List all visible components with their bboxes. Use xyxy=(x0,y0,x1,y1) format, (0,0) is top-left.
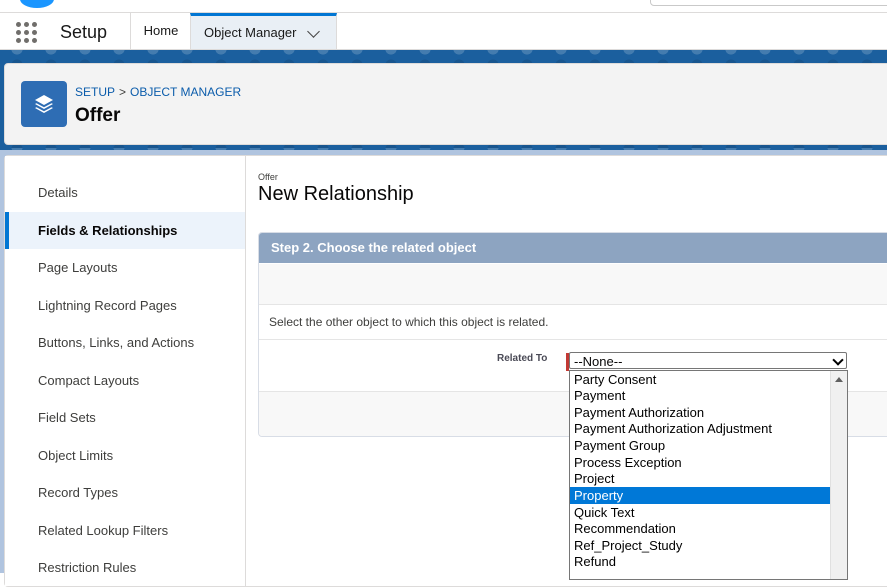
sidebar-item-lightning-record-pages[interactable]: Lightning Record Pages xyxy=(5,287,245,324)
option-party-consent[interactable]: Party Consent xyxy=(570,371,831,388)
app-launcher-waffle-icon[interactable] xyxy=(16,22,38,44)
breadcrumb-separator: > xyxy=(119,85,127,99)
tab-home[interactable]: Home xyxy=(130,13,191,49)
object-sidebar: Details Fields & Relationships Page Layo… xyxy=(5,156,246,586)
page-title: Offer xyxy=(75,105,121,126)
option-process-exception[interactable]: Process Exception xyxy=(570,454,831,471)
sidebar-item-buttons-links-actions[interactable]: Buttons, Links, and Actions xyxy=(5,324,245,361)
sidebar-item-record-types[interactable]: Record Types xyxy=(5,474,245,511)
option-payment-group[interactable]: Payment Group xyxy=(570,437,831,454)
step-header: Step 2. Choose the related object xyxy=(259,233,887,263)
option-refund[interactable]: Refund xyxy=(570,553,831,570)
option-ref-project-study[interactable]: Ref_Project_Study xyxy=(570,537,831,554)
option-property[interactable]: Property xyxy=(570,487,831,504)
button-row-top xyxy=(259,264,887,305)
step-description: Select the other object to which this ob… xyxy=(259,305,887,340)
sidebar-item-restriction-rules[interactable]: Restriction Rules xyxy=(5,549,245,586)
option-payment-authorization[interactable]: Payment Authorization xyxy=(570,404,831,421)
triangle-up-icon[interactable] xyxy=(835,377,843,382)
sidebar-item-details[interactable]: Details xyxy=(5,174,245,211)
salesforce-logo[interactable] xyxy=(20,0,54,8)
tab-object-manager-label: Object Manager xyxy=(204,25,297,40)
dropdown-scrollbar[interactable] xyxy=(830,371,847,579)
tab-object-manager[interactable]: Object Manager xyxy=(190,13,337,49)
related-to-label: Related To xyxy=(497,353,548,364)
layers-stack-icon xyxy=(21,81,67,127)
sidebar-item-page-layouts[interactable]: Page Layouts xyxy=(5,249,245,286)
related-to-select[interactable]: --None-- xyxy=(569,352,847,369)
related-to-dropdown-list[interactable]: Party Consent Payment Payment Authorizat… xyxy=(569,370,848,580)
option-quick-text[interactable]: Quick Text xyxy=(570,504,831,521)
sidebar-item-related-lookup-filters[interactable]: Related Lookup Filters xyxy=(5,512,245,549)
content-title: New Relationship xyxy=(258,183,414,205)
option-payment[interactable]: Payment xyxy=(570,387,831,404)
option-project[interactable]: Project xyxy=(570,470,831,487)
chevron-down-icon[interactable] xyxy=(307,25,320,38)
breadcrumb-object-manager-link[interactable]: OBJECT MANAGER xyxy=(130,85,241,99)
chevron-down-icon[interactable] xyxy=(832,354,844,366)
app-name: Setup xyxy=(60,22,108,42)
page-header: SETUP > OBJECT MANAGER Offer xyxy=(4,63,887,145)
option-recommendation[interactable]: Recommendation xyxy=(570,520,831,537)
app-nav-bar: Setup Home Object Manager xyxy=(0,13,887,50)
breadcrumb: SETUP > OBJECT MANAGER xyxy=(75,85,241,99)
sidebar-item-fields-relationships[interactable]: Fields & Relationships xyxy=(5,212,245,249)
sidebar-item-compact-layouts[interactable]: Compact Layouts xyxy=(5,362,245,399)
select-value: --None-- xyxy=(574,354,623,369)
object-label: Offer xyxy=(258,172,278,182)
breadcrumb-setup-link[interactable]: SETUP xyxy=(75,85,115,99)
sidebar-item-object-limits[interactable]: Object Limits xyxy=(5,437,245,474)
sidebar-item-field-sets[interactable]: Field Sets xyxy=(5,399,245,436)
global-header xyxy=(0,0,887,13)
option-payment-authorization-adjustment[interactable]: Payment Authorization Adjustment xyxy=(570,420,831,437)
global-search-box[interactable] xyxy=(650,0,887,6)
